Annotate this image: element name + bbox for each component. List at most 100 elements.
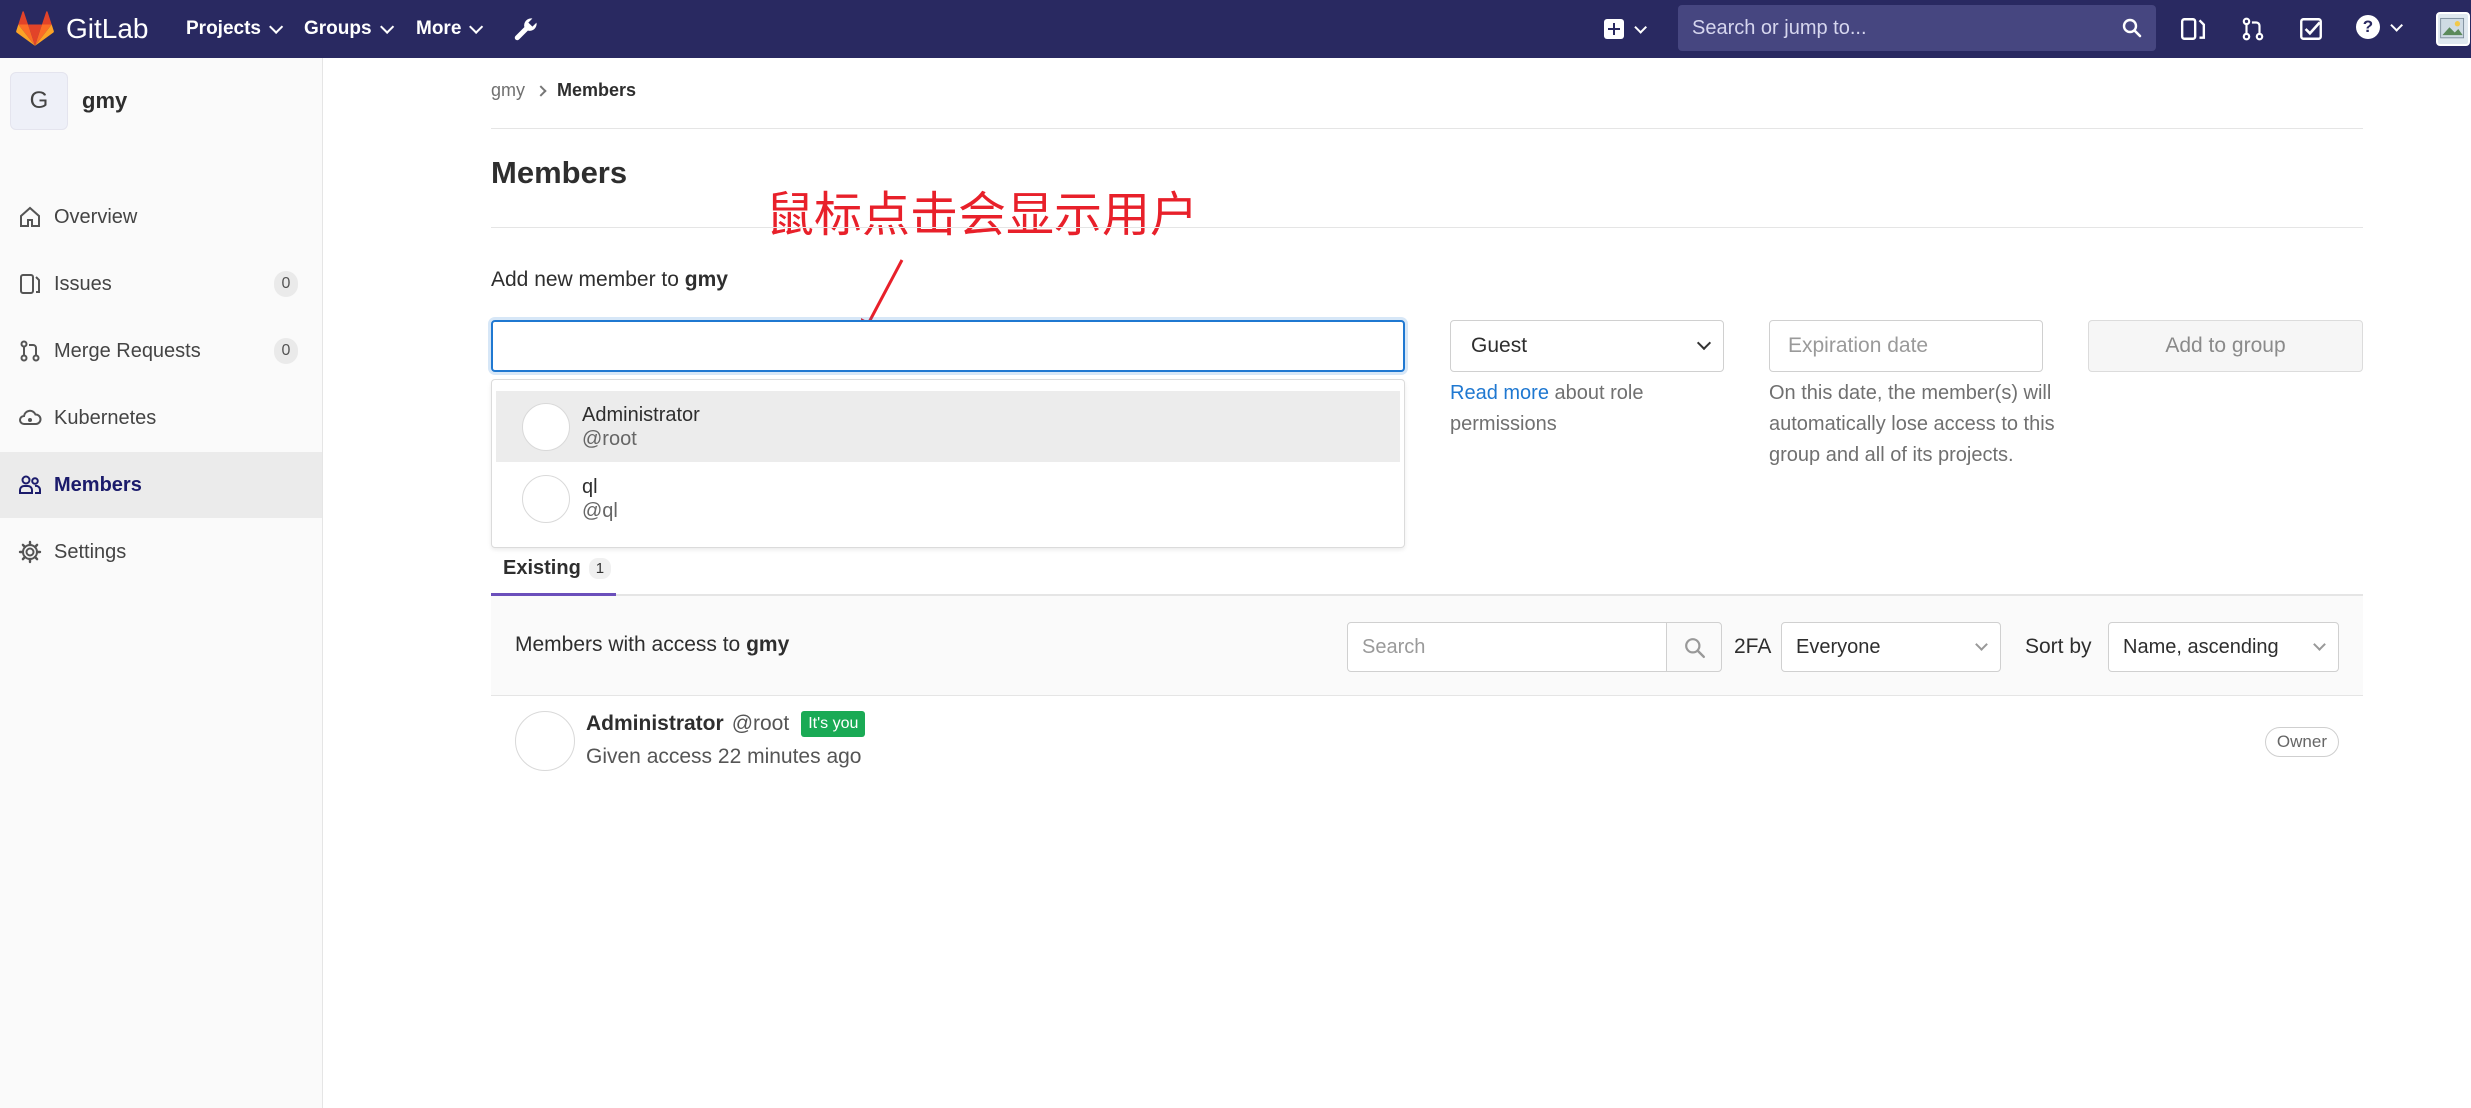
chevron-down-icon [469,19,484,34]
chevron-down-icon [1634,20,1647,34]
admin-wrench-icon[interactable] [512,15,540,43]
role-select-value: Guest [1471,334,1528,357]
chevron-down-icon [2390,18,2403,32]
merge-request-icon [20,340,40,362]
sidebar-item-merge-requests[interactable]: Merge Requests 0 [0,318,322,384]
member-search-input[interactable] [491,320,1405,372]
sidebar-item-label: Merge Requests [54,339,201,362]
avatar [522,474,570,523]
group-avatar: G [10,72,68,130]
sort-select[interactable]: Name, ascending [2108,622,2339,672]
avatar [522,402,570,451]
search-icon [1685,638,1706,659]
gear-icon [18,540,42,564]
global-search-input[interactable] [1692,16,2092,40]
sidebar-item-members[interactable]: Members [0,452,322,518]
member-username: @root [731,712,790,735]
add-to-group-button[interactable]: Add to group [2088,320,2363,372]
plus-square-icon [1604,19,1624,39]
sort-select-value: Name, ascending [2123,635,2279,658]
issues-count-badge: 0 [274,271,298,297]
user-avatar[interactable] [2436,12,2470,46]
projects-menu[interactable]: Projects [186,0,284,58]
members-search-input[interactable] [1347,622,1667,672]
users-icon [19,475,41,494]
help-menu[interactable]: ? [2356,15,2403,39]
issues-icon[interactable] [2180,16,2206,42]
question-icon: ? [2356,15,2380,39]
breadcrumb-parent-link[interactable]: gmy [491,80,525,101]
read-more-link[interactable]: Read more [1450,382,1549,404]
home-icon [20,206,40,227]
members-filter-bar: Members with access to gmy 2FA Everyone … [491,596,2363,696]
projects-menu-label: Projects [186,18,261,39]
members-search-button[interactable] [1666,622,1722,672]
tab-existing[interactable]: Existing 1 [491,544,616,596]
divider [491,227,2363,228]
gitlab-logo-icon [16,11,54,46]
todo-check-icon[interactable] [2298,16,2324,42]
chevron-down-icon [1696,335,1712,351]
members-access-group: gmy [746,633,790,656]
top-navbar: GitLab Projects Groups More Search or ju… [0,0,2471,58]
sidebar-item-issues[interactable]: Issues 0 [0,251,322,317]
tab-existing-label: Existing [503,557,581,579]
chevron-down-icon [379,19,394,34]
member-role-badge: Owner [2264,727,2339,757]
member-name-line: Administrator @root It's you [586,711,866,737]
add-member-label-prefix: Add new member to [491,268,685,291]
avatar-image-icon [2440,17,2465,39]
gitlab-home-link[interactable]: GitLab [16,0,149,58]
more-menu-label: More [416,18,462,39]
member-given-access: Given access 22 minutes ago [586,745,862,768]
role-help-text: Read more about role permissions [1450,378,1710,440]
suggestion-name: ql [582,475,598,498]
tab-existing-count: 1 [588,558,612,579]
group-name: gmy [82,88,128,113]
expiration-date-input[interactable] [1769,320,2043,372]
new-item-dropdown[interactable] [1604,17,1647,41]
members-access-prefix: Members with access to [515,633,747,656]
divider [491,128,2363,129]
sidebar-item-label: Overview [54,205,138,228]
issues-icon [20,274,40,294]
groups-menu-label: Groups [304,18,372,39]
page-title: Members [491,155,628,190]
expiration-help-text: On this date, the member(s) will automat… [1769,382,2055,466]
suggestion-username: @ql [582,499,618,522]
member-suggestions-dropdown: Administrator @root ql @ql [491,379,1405,548]
chevron-right-icon [535,84,547,97]
member-row: Administrator @root It's you Given acces… [491,697,2363,789]
chevron-down-icon [1975,638,1988,651]
role-select[interactable]: Guest [1450,320,1724,372]
sidebar-item-overview[interactable]: Overview [0,184,322,250]
group-header[interactable]: G gmy [10,72,127,130]
breadcrumb-current[interactable]: Members [557,80,636,101]
sidebar-item-kubernetes[interactable]: Kubernetes [0,385,322,451]
sidebar-item-label: Settings [54,540,127,563]
avatar[interactable] [515,711,575,771]
more-menu[interactable]: More [416,0,484,58]
sidebar-item-settings[interactable]: Settings [0,519,322,585]
twofa-select[interactable]: Everyone [1781,622,2001,672]
chevron-down-icon [269,19,284,34]
search-icon [2122,18,2142,38]
suggestion-username: @root [582,427,637,450]
merge-requests-count-badge: 0 [274,338,298,364]
twofa-select-value: Everyone [1796,635,1881,658]
sidebar-item-label: Members [54,473,142,496]
member-name[interactable]: Administrator [586,712,724,736]
add-member-label: Add new member to gmy [491,268,728,292]
global-search [1678,5,2156,51]
sort-label: Sort by [2025,635,2092,658]
suggestion-item-administrator[interactable]: Administrator @root [496,391,1400,462]
twofa-label: 2FA [1734,635,1772,658]
groups-menu[interactable]: Groups [304,0,394,58]
add-member-group-name: gmy [684,268,728,291]
merge-request-icon[interactable] [2240,16,2266,42]
breadcrumb: gmy Members [491,80,636,101]
cloud-gear-icon [19,409,42,425]
suggestion-item-ql[interactable]: ql @ql [496,463,1400,534]
sidebar-item-label: Kubernetes [54,406,157,429]
chevron-down-icon [2313,638,2326,651]
